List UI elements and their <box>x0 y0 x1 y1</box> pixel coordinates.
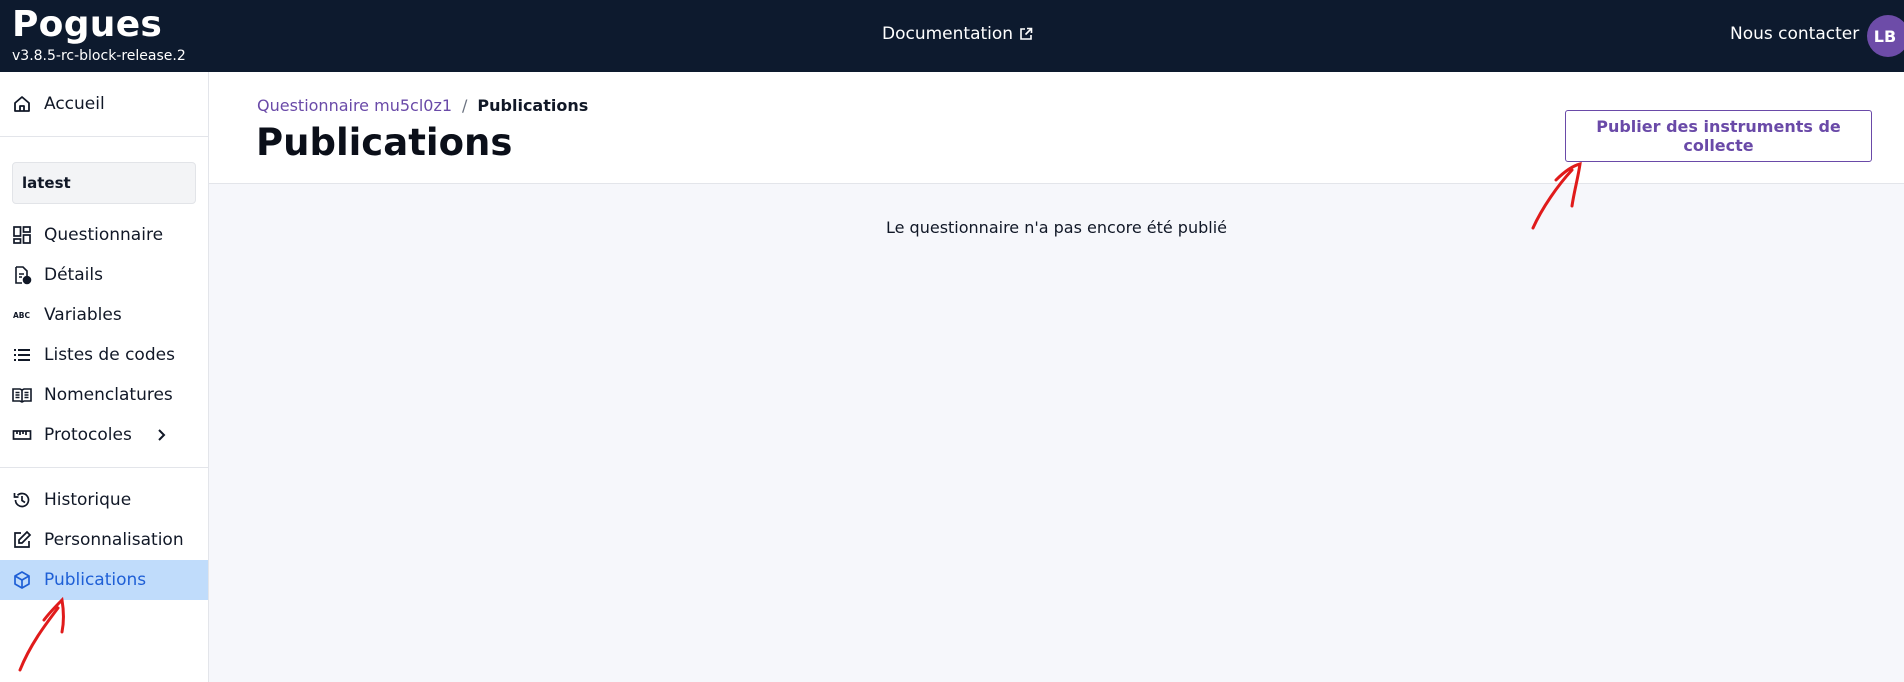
sidebar-divider <box>0 136 208 137</box>
app-name: Pogues <box>12 4 163 45</box>
sidebar-item-label: Protocoles <box>44 425 132 445</box>
sidebar-item-publications[interactable]: Publications <box>0 560 208 600</box>
sidebar-item-label: Personnalisation <box>44 530 184 550</box>
brand[interactable]: Pogues v3.8.5-rc-block-release.2 <box>12 4 186 64</box>
contact-link[interactable]: Nous contacter <box>1730 23 1859 45</box>
empty-state-message: Le questionnaire n'a pas encore été publ… <box>885 218 1227 237</box>
sidebar-item-label: Nomenclatures <box>44 385 173 405</box>
cube-icon <box>0 570 44 590</box>
breadcrumb-separator: / <box>462 96 468 115</box>
sidebar-item-nomenclatures[interactable]: Nomenclatures <box>0 375 208 415</box>
sidebar-divider <box>0 467 208 468</box>
sidebar-item-personnalisation[interactable]: Personnalisation <box>0 520 208 560</box>
book-icon <box>0 385 44 405</box>
chevron-right-icon[interactable] <box>154 428 168 442</box>
publish-instruments-button[interactable]: Publier des instruments de collecte <box>1565 110 1872 162</box>
breadcrumb-current: Publications <box>477 96 589 115</box>
list-icon <box>0 345 44 365</box>
sidebar-item-label: Accueil <box>44 94 105 114</box>
sidebar: Accueil latest Questionnaire Détails ABC… <box>0 72 209 682</box>
sidebar-item-label: Historique <box>44 490 132 510</box>
sidebar-item-variables[interactable]: ABC Variables <box>0 295 208 335</box>
edit-icon <box>0 530 44 550</box>
sidebar-item-details[interactable]: Détails <box>0 255 208 295</box>
home-icon <box>0 94 44 114</box>
ruler-icon <box>0 425 44 445</box>
app-version: v3.8.5-rc-block-release.2 <box>12 48 186 64</box>
sidebar-item-listes-de-codes[interactable]: Listes de codes <box>0 335 208 375</box>
page-header: Questionnaire mu5cl0z1 / Publications Pu… <box>209 72 1904 184</box>
sidebar-item-label: Listes de codes <box>44 345 175 365</box>
sidebar-item-label: Publications <box>44 570 147 590</box>
sidebar-item-questionnaire[interactable]: Questionnaire <box>0 215 208 255</box>
dashboard-icon <box>0 225 44 245</box>
sidebar-item-accueil[interactable]: Accueil <box>0 84 208 124</box>
top-bar: Pogues v3.8.5-rc-block-release.2 Documen… <box>0 0 1904 72</box>
sidebar-item-label: Questionnaire <box>44 225 164 245</box>
document-info-icon <box>0 265 44 285</box>
documentation-link[interactable]: Documentation <box>882 23 1033 45</box>
version-selector[interactable]: latest <box>12 162 196 204</box>
svg-text:ABC: ABC <box>13 311 31 320</box>
external-link-icon <box>1020 27 1033 40</box>
documentation-label: Documentation <box>882 24 1014 44</box>
sidebar-item-label: Variables <box>44 305 122 325</box>
sidebar-item-label: Détails <box>44 265 103 285</box>
abc-icon: ABC <box>0 305 44 325</box>
breadcrumb-questionnaire-link[interactable]: Questionnaire mu5cl0z1 <box>257 96 452 116</box>
page-title: Publications <box>256 121 513 164</box>
sidebar-item-historique[interactable]: Historique <box>0 480 208 520</box>
history-icon <box>0 490 44 510</box>
sidebar-item-protocoles[interactable]: Protocoles <box>0 415 208 455</box>
avatar[interactable]: LB <box>1867 15 1904 57</box>
breadcrumb: Questionnaire mu5cl0z1 / Publications <box>257 96 588 116</box>
